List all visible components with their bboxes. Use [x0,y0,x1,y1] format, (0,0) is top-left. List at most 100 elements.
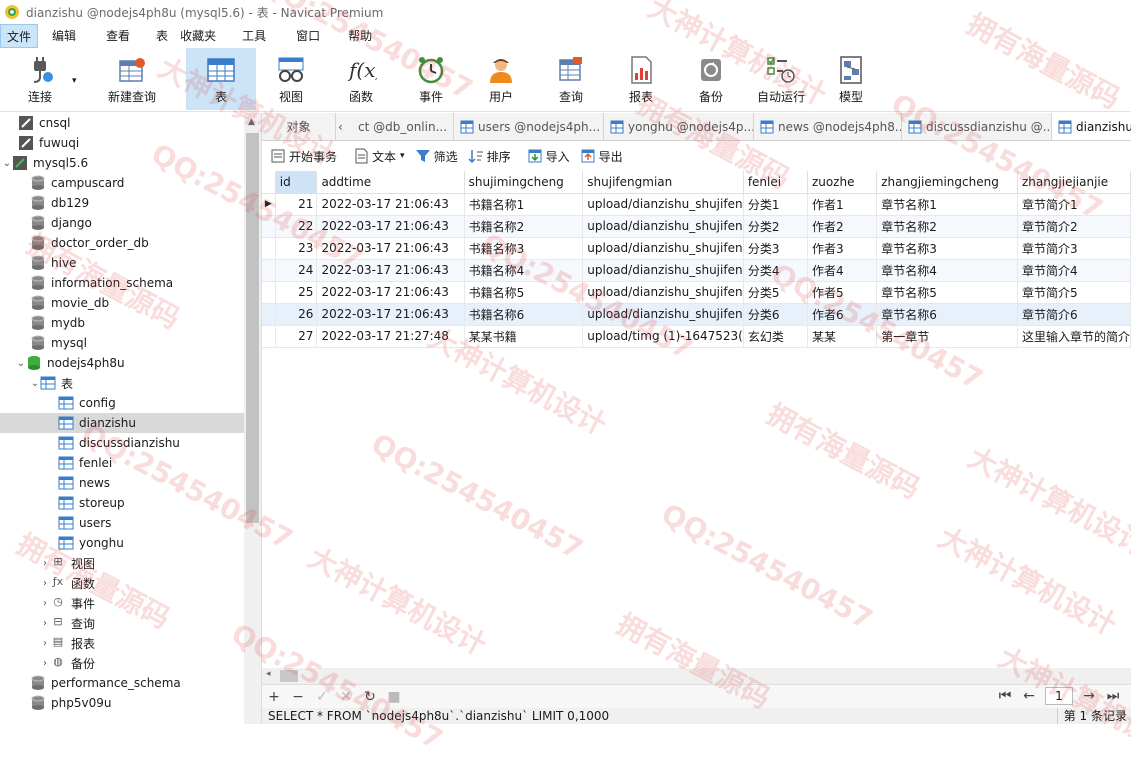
grid-cell[interactable]: 书籍名称4 [464,259,584,282]
grid-cell[interactable]: 章节名称6 [876,303,1018,326]
chevron-right-icon[interactable]: › [40,658,50,669]
row-marker[interactable] [262,237,276,260]
tree-db-0[interactable]: campuscard [0,173,244,193]
grid-cell[interactable]: 章节简介4 [1017,259,1131,282]
column-header[interactable]: shujimingcheng [464,171,584,194]
grid-cell[interactable]: 作者3 [807,237,878,260]
automation-button[interactable]: 自动运行 [746,48,816,110]
grid-cell[interactable]: 分类1 [743,193,808,216]
new-query-button[interactable]: 新建查询 [84,48,180,110]
tree-table-4[interactable]: news [0,473,244,493]
grid-cell[interactable]: 书籍名称2 [464,215,584,238]
row-marker[interactable] [262,325,276,348]
grid-cell[interactable]: 25 [275,281,318,304]
grid-cell[interactable]: 章节简介2 [1017,215,1131,238]
row-marker[interactable] [262,303,276,326]
grid-cell[interactable]: 26 [275,303,318,326]
tree-server-mysql56[interactable]: ⌄ mysql5.6 [0,153,244,173]
last-page-icon[interactable]: ⏭ [1101,688,1125,704]
scroll-up-icon[interactable]: ▲ [248,117,255,127]
grid-cell[interactable]: 某某 [807,325,878,348]
add-record-icon[interactable]: + [262,689,286,705]
event-button[interactable]: 事件 [396,48,466,110]
grid-cell[interactable]: 书籍名称5 [464,281,584,304]
grid-cell[interactable]: 22 [275,215,318,238]
table-row[interactable]: 27 2022-03-17 21:27:48 某某书籍 upload/timg (1)… [262,325,1131,348]
grid-cell[interactable]: 章节简介5 [1017,281,1131,304]
tree-db-1[interactable]: db129 [0,193,244,213]
tree-connection-cnsql[interactable]: cnsql [0,113,244,133]
grid-cell[interactable]: 27 [275,325,318,348]
grid-cell[interactable]: 章节名称1 [876,193,1018,216]
tree-group-1[interactable]: › ƒx 函数 [0,573,244,593]
grid-cell[interactable]: 作者6 [807,303,878,326]
tree-db-4[interactable]: hive [0,253,244,273]
tab-scroll-left-icon[interactable]: ‹ [336,113,352,140]
delete-record-icon[interactable]: − [286,689,310,705]
backup-button[interactable]: 备份 [676,48,746,110]
grid-cell[interactable]: upload/dianzishu_shujifen [582,215,744,238]
report-button[interactable]: 报表 [606,48,676,110]
grid-cell[interactable]: 作者2 [807,215,878,238]
row-marker[interactable] [262,259,276,282]
row-marker[interactable] [262,281,276,304]
table-row[interactable]: 25 2022-03-17 21:06:43 书籍名称5 upload/dianzis… [262,281,1131,304]
grid-cell[interactable]: upload/dianzishu_shujifen [582,303,744,326]
sidebar-scrollbar[interactable]: ▲ [244,113,261,724]
grid-cell[interactable]: 书籍名称6 [464,303,584,326]
tree-connection-fuwuqi[interactable]: fuwuqi [0,133,244,153]
tree-group-5[interactable]: › ◍ 备份 [0,653,244,673]
grid-cell[interactable]: 章节名称3 [876,237,1018,260]
current-row-marker-icon[interactable]: ▶ [262,193,276,216]
import-button[interactable]: 导入 [527,148,570,165]
chevron-right-icon[interactable]: › [40,578,50,589]
model-button[interactable]: 模型 [816,48,886,110]
connect-dropdown-icon[interactable]: ▾ [72,76,77,86]
grid-cell[interactable]: 作者4 [807,259,878,282]
tree-table-6[interactable]: users [0,513,244,533]
grid-cell[interactable]: 章节简介1 [1017,193,1131,216]
column-header[interactable]: zhangjiemingcheng [876,171,1018,194]
grid-cell[interactable]: 2022-03-17 21:06:43 [316,281,465,304]
tree-table-0[interactable]: config [0,393,244,413]
tree-group-0[interactable]: › ⊞ 视图 [0,553,244,573]
tree-table-1[interactable]: dianzishu [0,413,244,433]
tab-dianzishu[interactable]: dianzishu @ [1052,113,1131,140]
grid-cell[interactable]: 章节名称4 [876,259,1018,282]
function-button[interactable]: f(x) 函数 [326,48,396,110]
tree-db-3[interactable]: doctor_order_db [0,233,244,253]
tab-objects[interactable]: 对象 [262,113,336,140]
chevron-down-icon[interactable]: ⌄ [16,358,26,369]
grid-cell[interactable]: 2022-03-17 21:06:43 [316,215,465,238]
grid-cell[interactable]: 章节名称2 [876,215,1018,238]
grid-cell[interactable]: 分类6 [743,303,808,326]
grid-cell[interactable]: 章节简介6 [1017,303,1131,326]
grid-cell[interactable]: 第一章节 [876,325,1018,348]
row-marker[interactable] [262,215,276,238]
grid-cell[interactable]: 分类2 [743,215,808,238]
grid-cell[interactable]: 这里输入章节的简介 [1017,325,1131,348]
tab-news[interactable]: news @nodejs4ph8... [754,113,902,140]
table-row[interactable]: 24 2022-03-17 21:06:43 书籍名称4 upload/dianzis… [262,259,1131,282]
tree-group-4[interactable]: › ▤ 报表 [0,633,244,653]
grid-cell[interactable]: 书籍名称1 [464,193,584,216]
tab-discussdianzishu[interactable]: discussdianzishu @... [902,113,1052,140]
grid-cell[interactable]: upload/dianzishu_shujifen [582,259,744,282]
begin-transaction-button[interactable]: 开始事务 [270,148,337,165]
grid-cell[interactable]: 玄幻类 [743,325,808,348]
tab-users[interactable]: users @nodejs4ph... [454,113,604,140]
grid-cell[interactable]: upload/timg (1)-1647523( [582,325,744,348]
grid-cell[interactable]: 24 [275,259,318,282]
tab-yonghu[interactable]: yonghu @nodejs4p... [604,113,754,140]
grid-cell[interactable]: 2022-03-17 21:27:48 [316,325,465,348]
grid-cell[interactable]: 作者1 [807,193,878,216]
tree-db-nodejs4ph8u[interactable]: ⌄ nodejs4ph8u [0,353,244,373]
chevron-right-icon[interactable]: › [40,598,50,609]
table-row[interactable]: ▶ 21 2022-03-17 21:06:43 书籍名称1 upload/dianzi… [262,193,1131,216]
menu-file[interactable]: 文件 [0,24,39,48]
grid-cell[interactable]: 作者5 [807,281,878,304]
dropdown-arrow-icon[interactable]: ▾ [400,151,405,161]
text-view-button[interactable]: 文本 ▾ [353,148,405,165]
menu-view[interactable]: 查看 [100,24,136,48]
grid-cell[interactable]: 21 [275,193,318,216]
